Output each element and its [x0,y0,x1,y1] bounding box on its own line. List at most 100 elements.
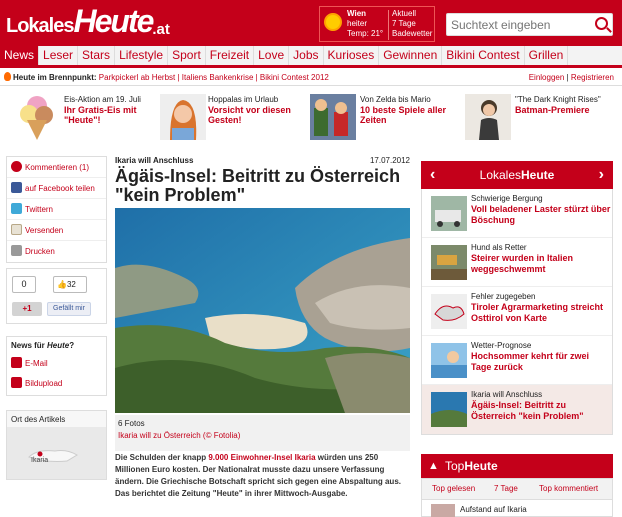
nav-item-kurioses[interactable]: Kurioses [324,46,380,65]
site-logo[interactable]: LokalesHeute.at [6,4,170,38]
facebook-icon [11,182,22,193]
nav-item-jobs[interactable]: Jobs [289,46,324,65]
teaser-sub: Hoppalas im Urlaub [208,95,279,104]
top-thumb-image [431,504,455,517]
teaser-title: 10 beste Spiele aller Zeiten [360,105,447,125]
tab-top-kommentiert[interactable]: Top kommentiert [539,484,598,493]
nav-item-lifestyle[interactable]: Lifestyle [115,46,169,65]
nav-item-news[interactable]: News [0,46,40,65]
island-thumb-image [431,392,467,427]
chevron-up-icon: ▲ [428,460,439,472]
teaser-item[interactable]: Von Zelda bis Mario 10 beste Spiele alle… [310,90,460,148]
article-photo[interactable] [115,208,410,413]
list-item[interactable]: Ikaria will Anschluss Ägäis-Insel: Beitr… [422,385,612,434]
weather-badewetter-link[interactable]: Badewetter [392,29,432,38]
fire-icon [4,72,11,81]
login-link[interactable]: Einloggen [529,73,565,82]
photo-caption-text: Ikaria will zu Österreich (© Fotolia) [118,431,241,440]
top-title-bold: Heute [464,459,498,473]
list-item[interactable]: Hund als Retter Steirer wurden in Italie… [422,238,612,287]
weather-links: Aktuell 7 Tage Badewetter [392,9,432,39]
news-kicker: Schwierige Bergung [471,194,543,203]
send-link[interactable]: Versenden [25,226,63,235]
search-input[interactable] [447,14,587,35]
top-tabs: Top gelesen 7 Tage Top kommentiert [421,478,613,500]
top-list: Aufstand auf Ikaria [421,500,613,517]
comment-icon [11,161,22,172]
nav-item-bikini-contest[interactable]: Bikini Contest [442,46,525,65]
teaser-item[interactable]: Eis-Aktion am 19. Juli Ihr Gratis-Eis mi… [14,90,154,148]
twitter-icon [11,203,22,214]
panel-title-bold: Heute [521,168,555,182]
account-separator: | [566,73,569,82]
share-comment[interactable]: Kommentieren (1) [7,157,106,178]
chevron-left-icon[interactable]: ‹ [430,161,435,189]
news-for-heute: Heute [47,341,70,350]
news-for-question: ? [69,341,75,350]
teaser-title: Vorsicht vor diesen Gesten! [208,105,291,125]
print-link[interactable]: Drucken [25,247,55,256]
news-title: Ägäis-Insel: Beitritt zu Österreich "kei… [471,400,584,421]
summer-image [431,343,467,378]
gplus-button[interactable]: +1 [12,302,42,316]
list-item[interactable]: Fehler zugegeben Tiroler Agrarmarketing … [422,287,612,336]
brennpunkt-links[interactable]: Parkpickerl ab Herbst | Italiens Bankenk… [99,73,329,82]
account-links: Einloggen | Registrieren [529,70,614,86]
news-kicker: Ikaria will Anschluss [471,390,543,399]
top-title-pre: Top [445,459,465,473]
email-link[interactable]: E-Mail [25,359,48,368]
batman-premiere-image [465,94,511,140]
photo-count[interactable]: 6 Fotos [118,419,145,428]
share-email[interactable]: Versenden [7,220,106,241]
ikaria-link[interactable]: 9.000 Einwohner-Insel Ikaria [208,453,315,462]
search-icon[interactable] [595,17,608,30]
upload-row[interactable]: Bildupload [7,373,106,394]
panel-title-pre: Lokales [479,168,522,182]
register-link[interactable]: Registrieren [571,73,614,82]
weather-condition: heiter [347,19,368,28]
tab-top-gelesen[interactable]: Top gelesen [432,484,475,493]
flood-image [431,245,467,280]
weather-7tage-link[interactable]: 7 Tage [392,19,416,28]
nav-item-leser[interactable]: Leser [39,46,79,65]
chevron-right-icon[interactable]: › [599,161,604,189]
nav-item-grillen[interactable]: Grillen [525,46,569,65]
share-facebook[interactable]: auf Facebook teilen [7,178,106,199]
nav-item-stars[interactable]: Stars [78,46,116,65]
nav-item-gewinnen[interactable]: Gewinnen [379,46,443,65]
article-headline: Ägäis-Insel: Beitritt zu Österreich "kei… [115,166,401,205]
envelope-icon [11,224,22,235]
nav-item-love[interactable]: Love [254,46,290,65]
news-for-title: News für Heute? [11,341,74,350]
list-item[interactable]: Schwierige Bergung Voll beladener Laster… [422,189,612,238]
news-title: Voll beladener Laster stürzt über Böschu… [471,204,611,225]
location-map[interactable] [7,427,106,479]
list-item[interactable]: Wetter-Prognose Hochsommer kehrt für zwe… [422,336,612,385]
logo-heute: Heute [73,3,154,39]
facebook-like-button[interactable]: Gefällt mir [47,302,91,316]
facebook-share-link[interactable]: auf Facebook teilen [25,184,95,193]
weather-aktuell-link[interactable]: Aktuell [392,9,416,18]
twitter-link[interactable]: Twittern [25,205,53,214]
teaser-item[interactable]: "The Dark Knight Rises" Batman-Premiere [465,90,615,148]
printer-icon [11,245,22,256]
share-twitter[interactable]: Twittern [7,199,106,220]
truck-accident-image [431,196,467,231]
teaser-sub: Von Zelda bis Mario [360,95,431,104]
news-kicker: Fehler zugegeben [471,292,536,301]
weather-widget[interactable]: Wien heiter Temp: 21° Aktuell 7 Tage Bad… [319,6,435,42]
teaser-sub: Eis-Aktion am 19. Juli [64,95,141,104]
comment-link[interactable]: Kommentieren (1) [25,163,89,172]
top-entry-kicker[interactable]: Aufstand auf Ikaria [460,505,527,514]
teaser-strip: Eis-Aktion am 19. Juli Ihr Gratis-Eis mi… [0,90,622,150]
tab-7-tage[interactable]: 7 Tage [494,484,518,493]
news-kicker: Wetter-Prognose [471,341,532,350]
nav-item-sport[interactable]: Sport [168,46,206,65]
nav-item-freizeit[interactable]: Freizeit [206,46,255,65]
share-print[interactable]: Drucken [7,241,106,262]
article-body: Die Schulden der knapp 9.000 Einwohner-I… [115,452,410,500]
upload-link[interactable]: Bildupload [25,379,62,388]
game-characters-image [310,94,356,140]
teaser-item[interactable]: Hoppalas im Urlaub Vorsicht vor diesen G… [160,90,300,148]
email-row[interactable]: E-Mail [7,353,106,374]
